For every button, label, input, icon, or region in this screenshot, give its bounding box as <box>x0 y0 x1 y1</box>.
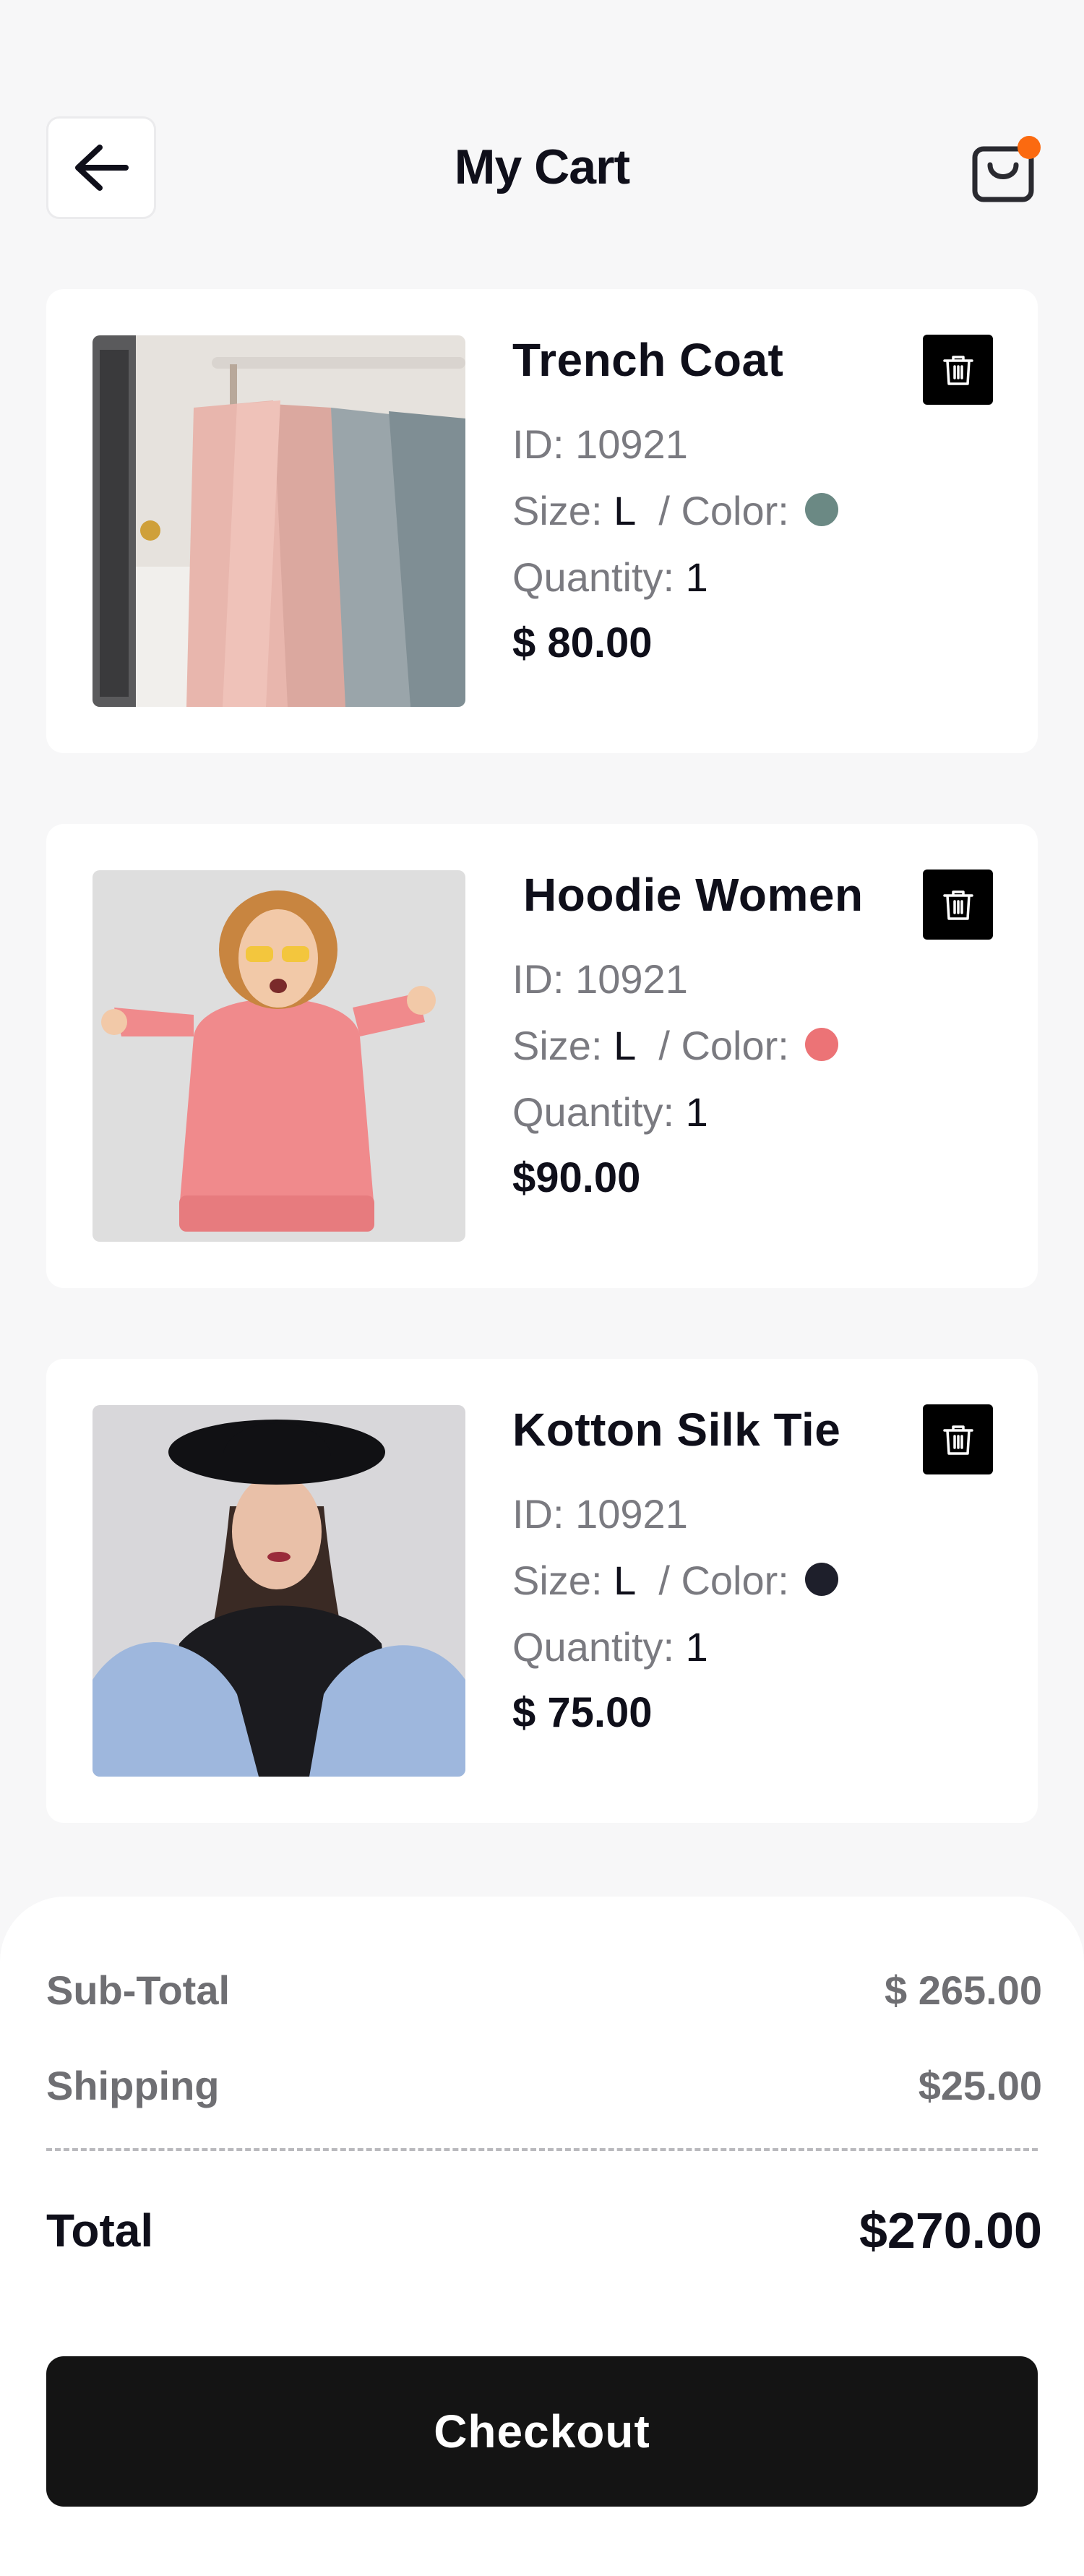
cart-item: Kotton Silk Tie ID: 10921 Size: L / Colo… <box>46 1359 1038 1823</box>
product-quantity: Quantity: 1 <box>512 1624 708 1670</box>
product-image <box>93 335 465 707</box>
total-value: $270.00 <box>859 2202 1042 2259</box>
product-name: Kotton Silk Tie <box>512 1404 841 1456</box>
size-value: L <box>614 1558 637 1603</box>
color-swatch <box>804 1563 838 1597</box>
delete-button[interactable] <box>923 1404 993 1474</box>
delete-button[interactable] <box>923 335 993 405</box>
checkout-button[interactable]: Checkout <box>46 2356 1038 2507</box>
subtotal-value: $ 265.00 <box>885 1967 1042 2013</box>
product-name: Hoodie Women <box>523 869 864 921</box>
header: My Cart <box>0 0 1084 231</box>
size-value: L <box>614 488 637 533</box>
subtotal-row: Sub-Total $ 265.00 <box>46 1957 1042 2022</box>
cart-item: Trench Coat ID: 10921 Size: L / Color: Q… <box>46 289 1038 753</box>
page-title: My Cart <box>454 139 630 194</box>
product-price: $90.00 <box>512 1154 641 1201</box>
product-image <box>93 870 465 1242</box>
subtotal-label: Sub-Total <box>46 1967 231 2013</box>
delete-button[interactable] <box>923 870 993 940</box>
shipping-label: Shipping <box>46 2062 220 2108</box>
trash-icon <box>942 355 973 385</box>
color-swatch <box>804 493 838 527</box>
product-quantity: Quantity: 1 <box>512 1089 708 1135</box>
shipping-value: $25.00 <box>918 2062 1042 2108</box>
dashed-divider <box>46 2148 1038 2151</box>
product-price: $ 75.00 <box>512 1689 653 1736</box>
cart-item: Hoodie Women ID: 10921 Size: L / Color: … <box>46 824 1038 1288</box>
product-image <box>93 1405 465 1777</box>
trash-icon <box>942 1425 973 1455</box>
product-size-color: Size: L / Color: <box>512 1555 838 1606</box>
total-label: Total <box>46 2204 154 2257</box>
product-id: ID: 10921 <box>512 956 688 1002</box>
total-row: Total $270.00 <box>46 2194 1042 2267</box>
notification-dot <box>1018 136 1041 159</box>
product-price: $ 80.00 <box>512 619 653 666</box>
product-quantity: Quantity: 1 <box>512 554 708 600</box>
product-name: Trench Coat <box>512 334 784 386</box>
trash-icon <box>942 890 973 920</box>
color-swatch <box>804 1028 838 1062</box>
product-id: ID: 10921 <box>512 421 688 467</box>
product-size-color: Size: L / Color: <box>512 486 838 536</box>
product-id: ID: 10921 <box>512 1491 688 1537</box>
size-value: L <box>614 1023 637 1068</box>
shipping-row: Shipping $25.00 <box>46 2053 1042 2118</box>
product-size-color: Size: L / Color: <box>512 1021 838 1071</box>
